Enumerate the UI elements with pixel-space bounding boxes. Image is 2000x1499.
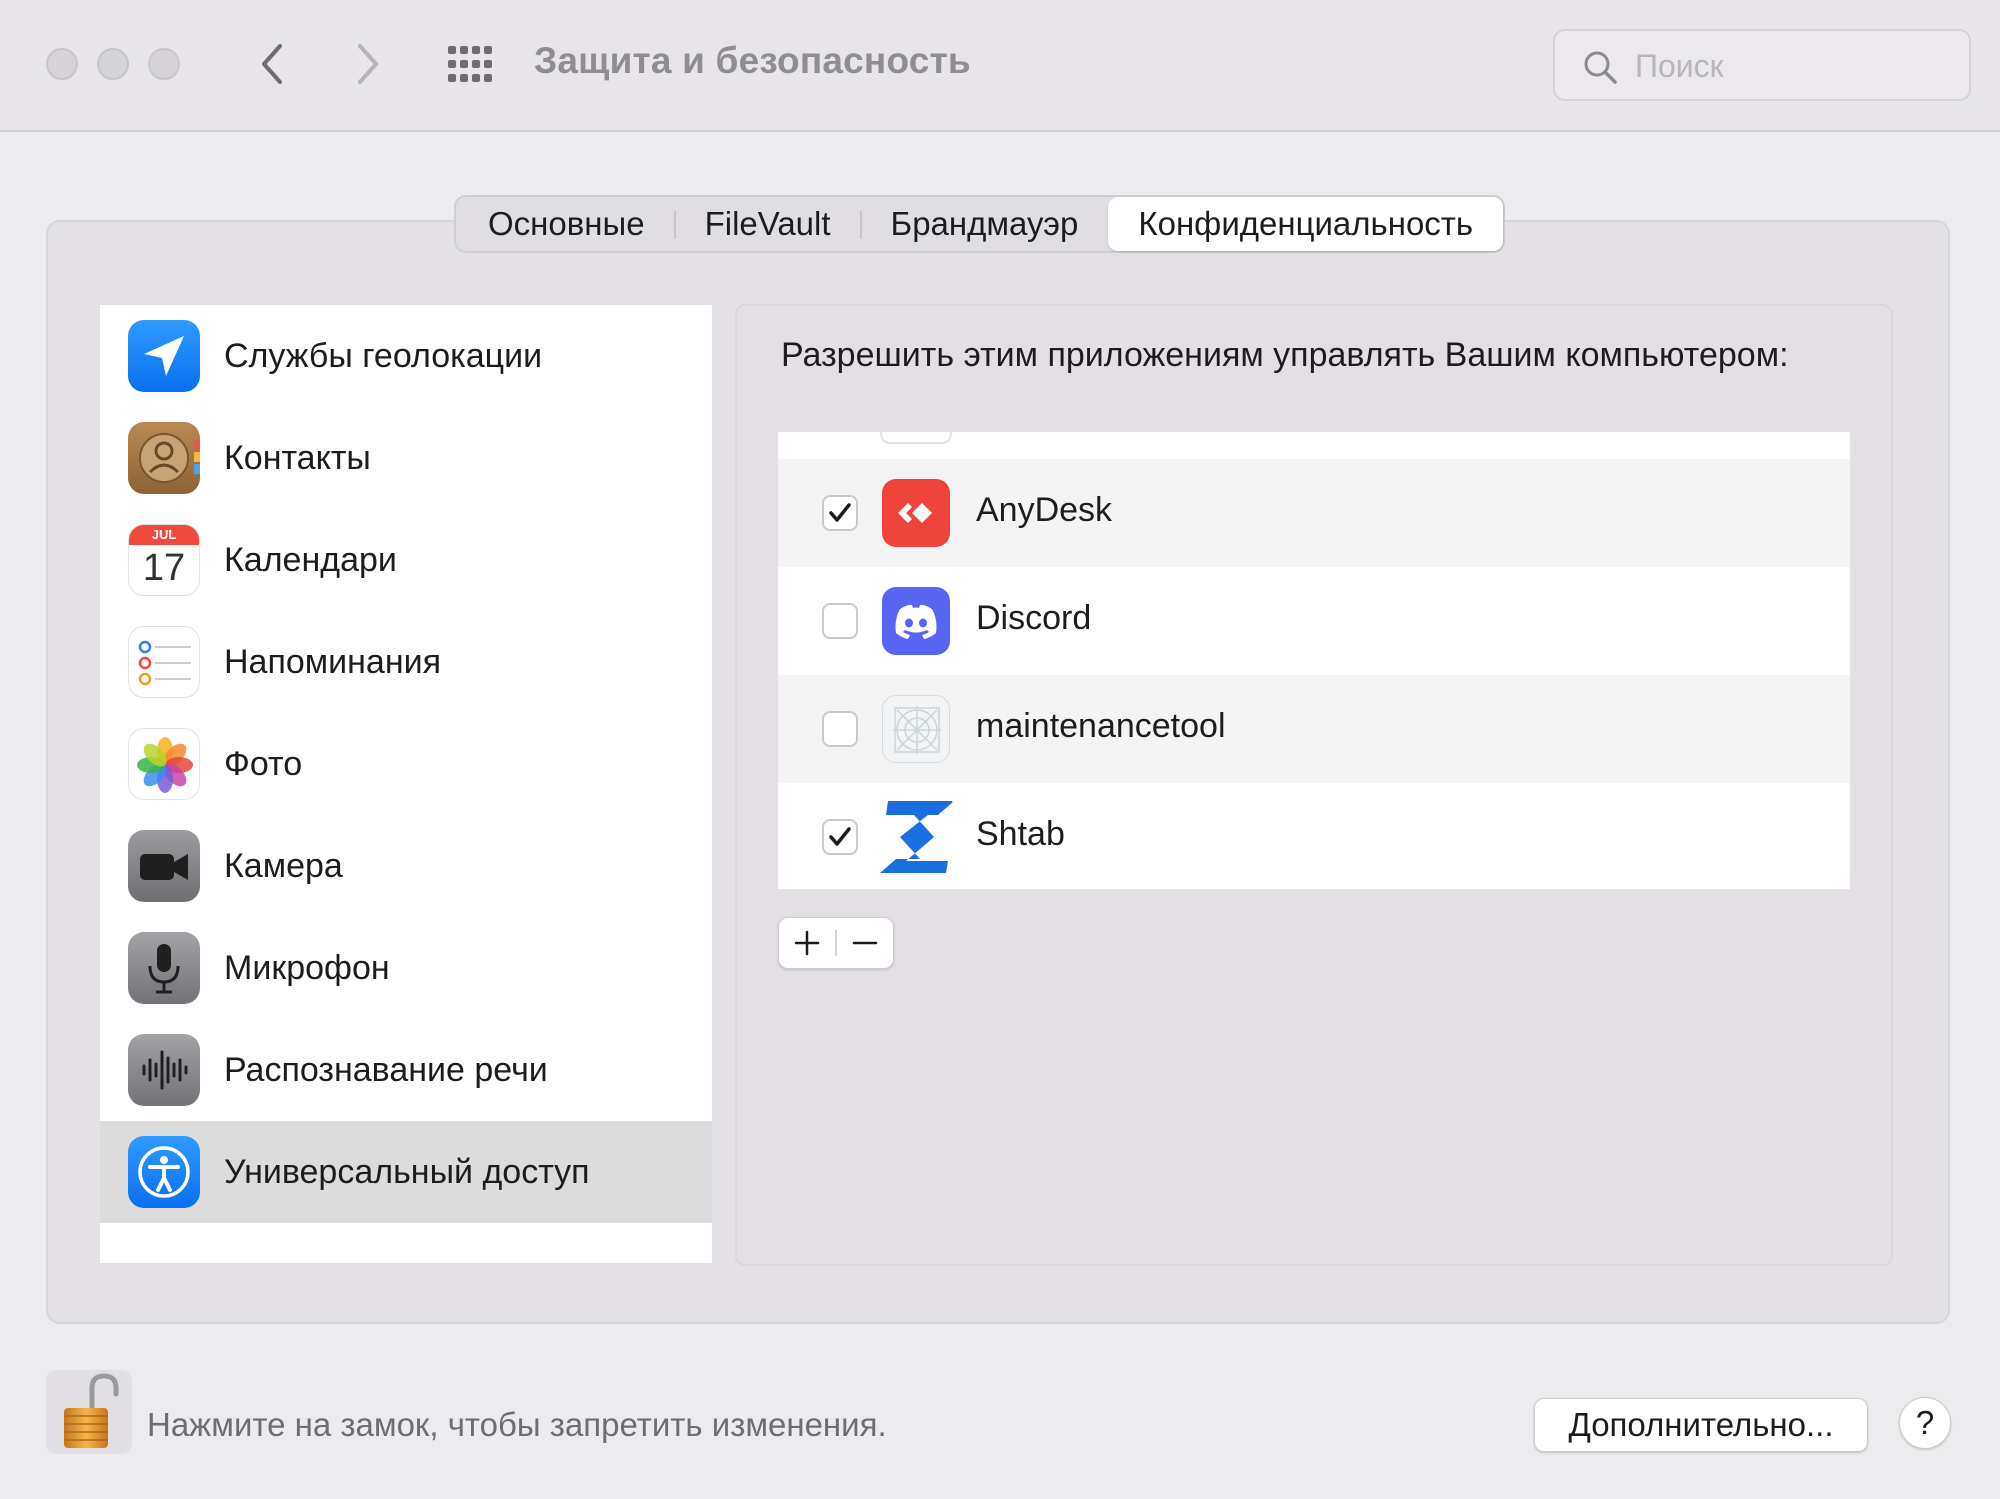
app-list[interactable]: AnyDesk Discord maintenancetool Shtab [778, 432, 1850, 889]
speech-recognition-icon [128, 1034, 200, 1106]
add-remove-control [778, 917, 894, 969]
app-name: Discord [976, 599, 1092, 637]
contacts-icon [128, 422, 200, 494]
list-item-shtab[interactable]: Shtab [778, 783, 1850, 889]
sidebar-item-label: Микрофон [224, 948, 390, 987]
sidebar-item-label: Камера [224, 846, 343, 885]
privacy-category-list: Службы геолокации Контакты JUL 17 Календ… [100, 305, 712, 1263]
sidebar-item-label: Службы геолокации [224, 336, 543, 375]
app-name: AnyDesk [976, 491, 1113, 529]
plus-icon [794, 930, 820, 956]
app-name: Shtab [976, 815, 1065, 853]
panel-heading: Разрешить этим приложениям управлять Ваш… [781, 336, 1789, 374]
tab-filevault[interactable]: FileVault [673, 197, 861, 251]
list-item-discord[interactable]: Discord [778, 567, 1850, 675]
sidebar-item-location-services[interactable]: Службы геолокации [100, 305, 712, 407]
window-title: Защита и безопасность [534, 40, 971, 81]
maintenancetool-icon [882, 695, 950, 763]
sidebar-item-accessibility[interactable]: Универсальный доступ [100, 1121, 712, 1223]
sidebar-item-label: Календари [224, 540, 397, 579]
tab-general[interactable]: Основные [458, 197, 675, 251]
lock-button[interactable] [46, 1370, 132, 1454]
help-button[interactable]: ? [1899, 1397, 1951, 1449]
camera-icon [128, 830, 200, 902]
sidebar-item-label: Напоминания [224, 642, 442, 681]
tab-bar: Основные FileVault Брандмауэр Конфиденци… [454, 195, 1506, 253]
sidebar-item-photos[interactable]: Фото [100, 713, 712, 815]
calendar-icon: JUL 17 [128, 524, 200, 596]
minus-icon [852, 941, 878, 945]
shtab-icon [876, 797, 956, 877]
minimize-window-button[interactable] [97, 48, 129, 80]
advanced-button[interactable]: Дополнительно... [1534, 1398, 1868, 1452]
sidebar-item-speech-recognition[interactable]: Распознавание речи [100, 1019, 712, 1121]
search-field[interactable] [1553, 29, 1971, 101]
add-app-button[interactable] [779, 918, 835, 968]
checkmark-icon [829, 827, 851, 846]
photos-icon [128, 728, 200, 800]
anydesk-checkbox[interactable] [822, 495, 858, 531]
chevron-left-icon [262, 44, 282, 84]
list-item-maintenancetool[interactable]: maintenancetool [778, 675, 1850, 783]
back-button[interactable] [248, 38, 298, 90]
search-input[interactable] [1635, 41, 1955, 91]
sidebar-item-label: Фото [224, 744, 303, 783]
app-name: maintenancetool [976, 707, 1226, 745]
sidebar-item-label: Распознавание речи [224, 1050, 548, 1089]
forward-button[interactable] [342, 38, 392, 90]
chevron-right-icon [358, 44, 378, 84]
remove-app-button[interactable] [837, 918, 893, 968]
sidebar-item-label: Контакты [224, 438, 371, 477]
title-bar: Защита и безопасность [0, 0, 2000, 132]
discord-icon [882, 587, 950, 655]
lock-hint-text: Нажмите на замок, чтобы запретить измене… [147, 1406, 887, 1443]
anydesk-icon [882, 479, 950, 547]
unlocked-padlock-icon [64, 1373, 119, 1448]
sidebar-item-camera[interactable]: Камера [100, 815, 712, 917]
preferences-window: Защита и безопасность Основные FileVault… [0, 0, 2000, 1499]
sidebar-item-reminders[interactable]: Напоминания [100, 611, 712, 713]
calendar-month: JUL [129, 525, 199, 545]
calendar-day: 17 [142, 547, 186, 589]
scrolled-app-icon-edge [880, 432, 952, 444]
maintenancetool-checkbox[interactable] [822, 711, 858, 747]
grid-icon [448, 46, 492, 82]
search-icon [1584, 51, 1617, 84]
checkmark-icon [829, 503, 851, 522]
close-window-button[interactable] [46, 48, 78, 80]
show-all-button[interactable] [446, 44, 498, 86]
tab-firewall[interactable]: Брандмауэр [859, 197, 1109, 251]
sidebar-item-label: Универсальный доступ [224, 1152, 590, 1191]
sidebar-item-contacts[interactable]: Контакты [100, 407, 712, 509]
sidebar-item-calendars[interactable]: JUL 17 Календари [100, 509, 712, 611]
shtab-checkbox[interactable] [822, 819, 858, 855]
list-item-anydesk[interactable]: AnyDesk [778, 459, 1850, 567]
microphone-icon [128, 932, 200, 1004]
tab-privacy[interactable]: Конфиденциальность [1108, 197, 1504, 251]
location-icon [128, 320, 200, 392]
reminders-icon [128, 626, 200, 698]
discord-checkbox[interactable] [822, 603, 858, 639]
sidebar-item-microphone[interactable]: Микрофон [100, 917, 712, 1019]
accessibility-icon [128, 1136, 200, 1208]
zoom-window-button[interactable] [148, 48, 180, 80]
